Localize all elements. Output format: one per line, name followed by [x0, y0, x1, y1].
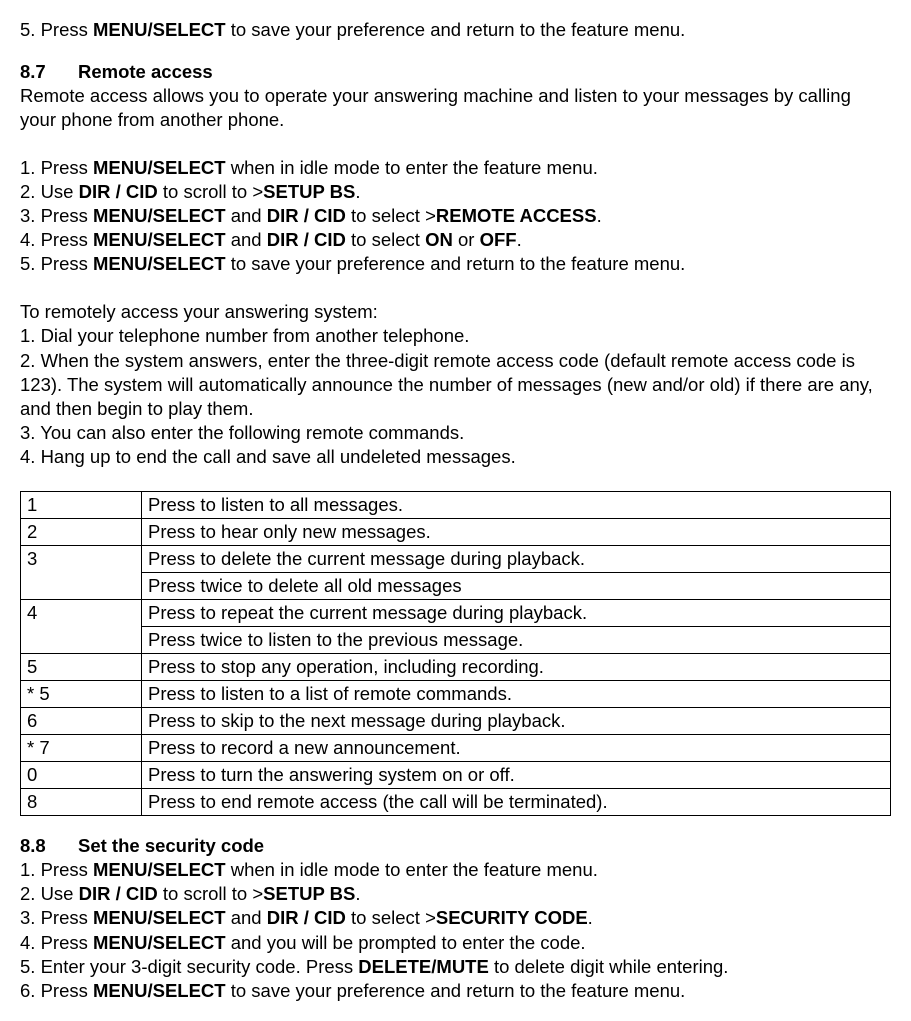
step-line: 1. Dial your telephone number from anoth…	[20, 324, 891, 348]
heading-title: Remote access	[78, 61, 213, 82]
step-line: 6. Press MENU/SELECT to save your prefer…	[20, 979, 891, 1003]
heading-8-7: 8.7Remote access	[20, 60, 891, 84]
step-line: 2. When the system answers, enter the th…	[20, 349, 891, 421]
table-row: 5Press to stop any operation, including …	[21, 654, 891, 681]
step-line: 5. Press MENU/SELECT to save your prefer…	[20, 18, 891, 42]
keyword: MENU/SELECT	[93, 19, 226, 40]
text: to save your preference and return to th…	[226, 19, 686, 40]
step-line: 5. Press MENU/SELECT to save your prefer…	[20, 252, 891, 276]
step-line: 3. Press MENU/SELECT and DIR / CID to se…	[20, 906, 891, 930]
table-row: 8Press to end remote access (the call wi…	[21, 789, 891, 816]
heading-title: Set the security code	[78, 835, 264, 856]
step-line: 4. Press MENU/SELECT and you will be pro…	[20, 931, 891, 955]
step-line: 1. Press MENU/SELECT when in idle mode t…	[20, 156, 891, 180]
heading-number: 8.8	[20, 834, 78, 858]
step-line: 1. Press MENU/SELECT when in idle mode t…	[20, 858, 891, 882]
table-row: * 5Press to listen to a list of remote c…	[21, 681, 891, 708]
step-line: 4. Press MENU/SELECT and DIR / CID to se…	[20, 228, 891, 252]
heading-8-8: 8.8Set the security code	[20, 834, 891, 858]
table-row: 4Press to repeat the current message dur…	[21, 599, 891, 626]
step-line: 2. Use DIR / CID to scroll to >SETUP BS.	[20, 180, 891, 204]
remote-commands-table: 1Press to listen to all messages. 2Press…	[20, 491, 891, 817]
table-row: 0Press to turn the answering system on o…	[21, 762, 891, 789]
subheading: To remotely access your answering system…	[20, 300, 891, 324]
table-row: Press twice to listen to the previous me…	[21, 626, 891, 653]
heading-number: 8.7	[20, 60, 78, 84]
step-line: 4. Hang up to end the call and save all …	[20, 445, 891, 469]
table-row: 2Press to hear only new messages.	[21, 518, 891, 545]
paragraph: Remote access allows you to operate your…	[20, 84, 891, 132]
table-row: 1Press to listen to all messages.	[21, 491, 891, 518]
table-row: 3Press to delete the current message dur…	[21, 545, 891, 572]
table-row: Press twice to delete all old messages	[21, 572, 891, 599]
table-row: * 7Press to record a new announcement.	[21, 735, 891, 762]
text: 5. Press	[20, 19, 93, 40]
table-row: 6Press to skip to the next message durin…	[21, 708, 891, 735]
step-line: 3. Press MENU/SELECT and DIR / CID to se…	[20, 204, 891, 228]
step-line: 3. You can also enter the following remo…	[20, 421, 891, 445]
step-line: 2. Use DIR / CID to scroll to >SETUP BS.	[20, 882, 891, 906]
